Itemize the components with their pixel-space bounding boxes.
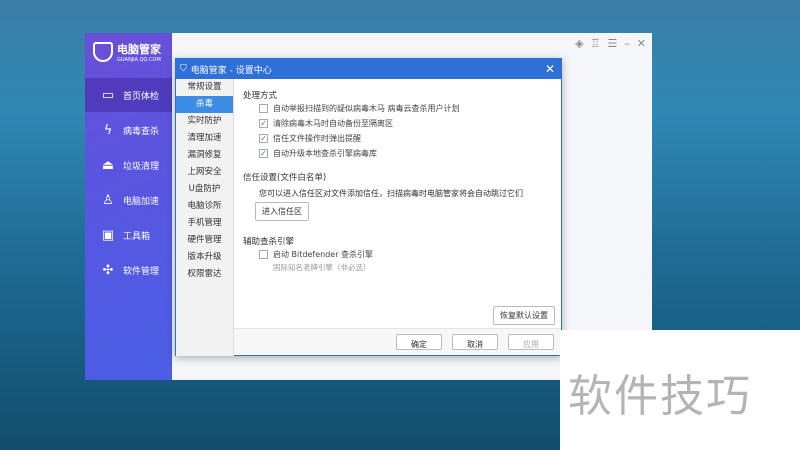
minimize-icon[interactable]: – [624, 37, 630, 50]
logo: 电脑管家 GUANJIA.QQ.COM [93, 41, 161, 63]
window-controls: ◈ ♖ ☰ – ✕ [575, 37, 646, 50]
option-backup[interactable]: ✓ 清除病毒木马时自动备份至隔离区 [259, 116, 561, 131]
monitor-icon: ▭ [101, 87, 115, 103]
logo-title: 电脑管家 [117, 43, 161, 56]
nav-label: 病毒查杀 [123, 126, 160, 137]
menu-web[interactable]: 上网安全 [176, 164, 233, 181]
nav-junk-clean[interactable]: ⏏ 垃圾清理 [85, 148, 172, 182]
menu-icon[interactable]: ☰ [607, 37, 617, 50]
enter-trust-zone-button[interactable]: 进入信任区 [255, 202, 309, 221]
menu-realtime[interactable]: 实时防护 [176, 113, 233, 130]
apps-icon: ✣ [102, 262, 114, 278]
option-label: 清除病毒木马时自动备份至隔离区 [273, 119, 393, 128]
option-label: 启动 Bitdefender 查杀引擎 [273, 250, 374, 259]
logo-subtitle: GUANJIA.QQ.COM [117, 57, 161, 63]
menu-upgrade[interactable]: 版本升级 [176, 249, 233, 266]
cancel-button[interactable]: 取消 [452, 334, 498, 350]
dialog-close-icon[interactable]: ✕ [545, 62, 555, 76]
checkbox[interactable] [259, 250, 268, 259]
settings-menu: 常规设置 杀毒 实时防护 清理加速 漏洞修复 上网安全 U盘防护 电脑诊所 手机… [176, 79, 234, 356]
dialog-title: 电脑管家 - 设置中心 [190, 65, 272, 76]
nav-software[interactable]: ✣ 软件管理 [85, 253, 172, 287]
menu-patch[interactable]: 漏洞修复 [176, 147, 233, 164]
settings-content: 处理方式 自动举报扫描到的疑似病毒木马 病毒云查杀用户计划 ✓ 清除病毒木马时自动… [243, 79, 561, 273]
option-auto-update[interactable]: ✓ 自动升级本地查杀引擎病毒库 [259, 146, 561, 161]
checkbox-checked[interactable]: ✓ [259, 149, 268, 158]
engine-note: 国际知名老牌引擎（非必选） [273, 263, 371, 272]
option-label: 自动升级本地查杀引擎病毒库 [273, 149, 377, 158]
dialog-titlebar: ⛉ 电脑管家 - 设置中心 ✕ [176, 59, 561, 79]
apply-button[interactable]: 应用 [508, 334, 554, 350]
nav-speed-up[interactable]: ♙ 电脑加速 [85, 183, 172, 217]
menu-hardware[interactable]: 硬件管理 [176, 232, 233, 249]
menu-phone[interactable]: 手机管理 [176, 215, 233, 232]
leaf-icon[interactable]: ◈ [575, 37, 583, 50]
section-engine: 辅助查杀引擎 [243, 237, 295, 247]
menu-antivirus[interactable]: 杀毒 [176, 96, 233, 113]
checkbox-checked[interactable]: ✓ [259, 119, 268, 128]
nav-label: 软件管理 [123, 266, 160, 277]
shield-icon: ⛉ [180, 64, 187, 74]
option-label: 自动举报扫描到的疑似病毒木马 病毒云查杀用户计划 [273, 104, 460, 113]
menu-clinic[interactable]: 电脑诊所 [176, 198, 233, 215]
sidebar: 电脑管家 GUANJIA.QQ.COM ▭ 首页体检 ϟ 病毒查杀 ⏏ 垃圾清理 ♙ 电脑… [85, 33, 172, 380]
section-trust: 信任设置(文件白名单) [243, 173, 327, 183]
ok-button[interactable]: 确定 [396, 334, 442, 350]
lightning-icon: ϟ [103, 122, 113, 138]
dialog-footer: 确定 取消 应用 [234, 328, 561, 355]
toolbox-icon: ▣ [101, 227, 115, 243]
menu-clean[interactable]: 清理加速 [176, 130, 233, 147]
nav-toolbox[interactable]: ▣ 工具箱 [85, 218, 172, 252]
option-report[interactable]: 自动举报扫描到的疑似病毒木马 病毒云查杀用户计划 [259, 101, 561, 116]
menu-general[interactable]: 常规设置 [176, 79, 233, 96]
menu-permission[interactable]: 权限雷达 [176, 266, 233, 283]
broom-icon: ⏏ [101, 157, 115, 173]
checkbox[interactable] [259, 104, 268, 113]
settings-dialog: ⛉ 电脑管家 - 设置中心 ✕ 常规设置 杀毒 实时防护 清理加速 漏洞修复 上… [175, 58, 562, 356]
option-label: 信任文件操作时弹出提醒 [273, 134, 361, 143]
nav-label: 工具箱 [123, 231, 151, 242]
restore-defaults-button[interactable]: 恢复默认设置 [493, 306, 555, 325]
nav-label: 垃圾清理 [123, 161, 160, 172]
menu-usb[interactable]: U盘防护 [176, 181, 233, 198]
option-trust-alert[interactable]: ✓ 信任文件操作时弹出提醒 [259, 131, 561, 146]
skin-icon[interactable]: ♖ [591, 37, 601, 50]
nav-home-checkup[interactable]: ▭ 首页体检 [85, 78, 172, 112]
trust-description: 您可以进入信任区对文件添加信任，扫描病毒时电脑管家将会自动跳过它们 [259, 189, 523, 198]
checkbox-checked[interactable]: ✓ [259, 134, 268, 143]
nav-label: 电脑加速 [123, 196, 160, 207]
nav-virus-scan[interactable]: ϟ 病毒查杀 [85, 113, 172, 147]
option-bitdefender[interactable]: 启动 Bitdefender 查杀引擎 [259, 247, 561, 262]
shield-logo-icon [93, 42, 113, 62]
close-icon[interactable]: ✕ [637, 37, 646, 50]
section-handling: 处理方式 [243, 91, 278, 101]
watermark-text: 软件技巧 [560, 330, 800, 450]
rocket-icon: ♙ [102, 192, 114, 208]
nav-label: 首页体检 [123, 91, 160, 102]
